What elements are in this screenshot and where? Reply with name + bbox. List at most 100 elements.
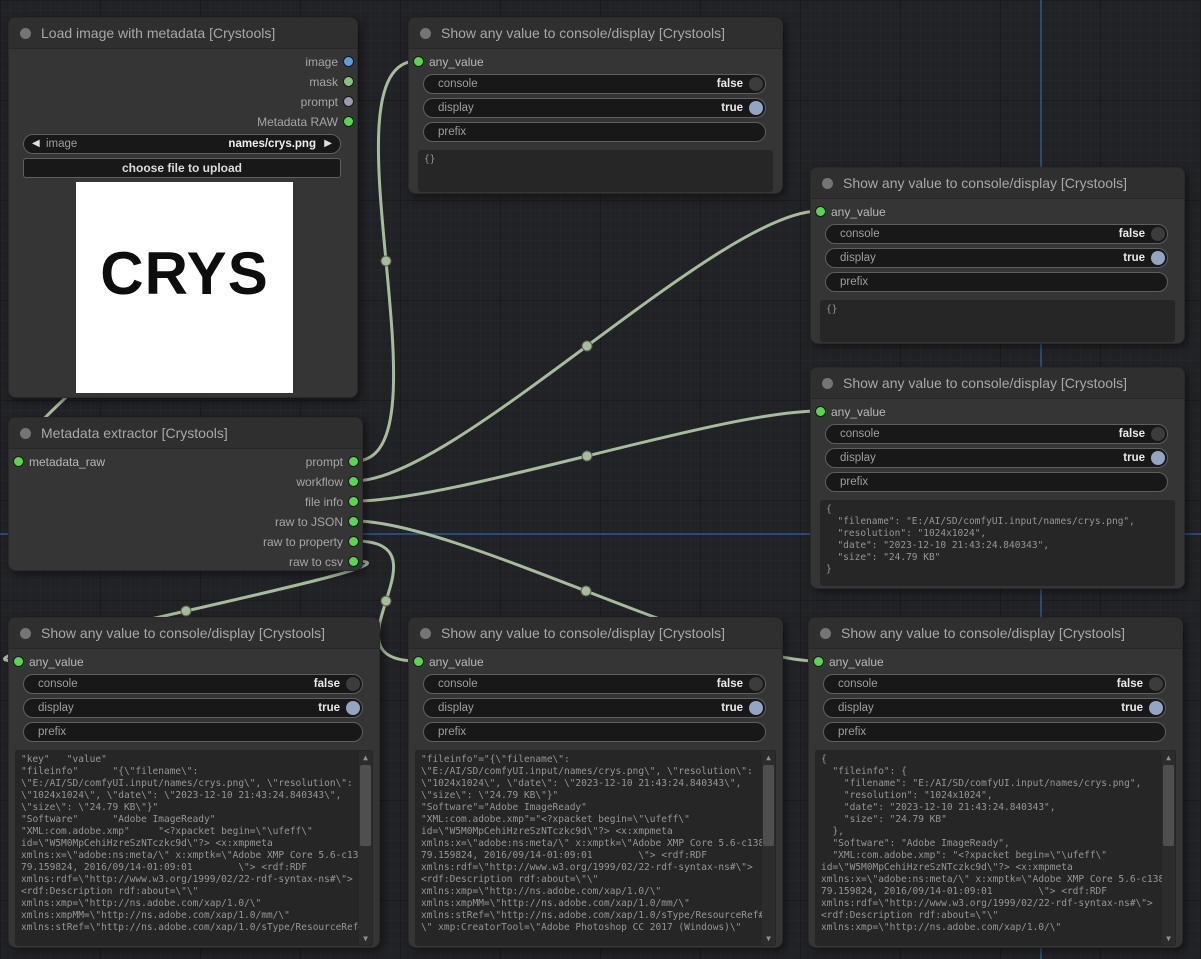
- port-dot-icon[interactable]: [348, 476, 359, 487]
- port-dot-icon[interactable]: [13, 456, 24, 467]
- port-dot-icon[interactable]: [343, 76, 354, 87]
- prefix-input[interactable]: prefix: [423, 122, 766, 142]
- node-title-bar[interactable]: Show any value to console/display [Cryst…: [9, 618, 379, 649]
- node-title-bar[interactable]: Show any value to console/display [Cryst…: [409, 18, 782, 49]
- output-display[interactable]: { "filename": "E:/AI/SD/comfyUI.input/na…: [820, 500, 1175, 586]
- combo-right-arrow-icon[interactable]: ▶: [324, 138, 332, 149]
- console-toggle[interactable]: console false: [423, 74, 766, 94]
- port-dot-icon[interactable]: [13, 656, 24, 667]
- toggle-knob-icon[interactable]: [346, 677, 360, 691]
- port-dot-icon[interactable]: [343, 96, 354, 107]
- toggle-knob-icon[interactable]: [346, 701, 360, 715]
- toggle-knob-icon[interactable]: [749, 101, 763, 115]
- port-dot-icon[interactable]: [343, 116, 354, 127]
- scroll-thumb[interactable]: [1163, 765, 1174, 846]
- scroll-down-icon[interactable]: ▼: [762, 932, 775, 945]
- toggle-knob-icon[interactable]: [749, 77, 763, 91]
- display-toggle[interactable]: display true: [423, 698, 766, 718]
- link-center-dot[interactable]: [381, 256, 391, 266]
- node-title-bar[interactable]: Metadata extractor [Crystools]: [9, 418, 362, 449]
- port-dot-icon[interactable]: [815, 406, 826, 417]
- scrollbar[interactable]: ▲▼: [1162, 751, 1175, 945]
- console-toggle[interactable]: console false: [825, 224, 1168, 244]
- scroll-up-icon[interactable]: ▲: [762, 751, 775, 764]
- node-title-bar[interactable]: Show any value to console/display [Cryst…: [811, 168, 1184, 199]
- node-collapse-dot-icon[interactable]: [20, 28, 31, 39]
- console-toggle[interactable]: console false: [423, 674, 766, 694]
- display-toggle[interactable]: display true: [825, 448, 1168, 468]
- node-show-any-value-csv[interactable]: Show any value to console/display [Cryst…: [8, 617, 380, 948]
- node-collapse-dot-icon[interactable]: [20, 428, 31, 439]
- node-collapse-dot-icon[interactable]: [20, 628, 31, 639]
- node-collapse-dot-icon[interactable]: [820, 628, 831, 639]
- link-center-dot[interactable]: [582, 451, 592, 461]
- port-dot-icon[interactable]: [348, 496, 359, 507]
- node-show-any-value-fileinfo[interactable]: Show any value to console/display [Cryst…: [810, 367, 1185, 589]
- choose-file-button[interactable]: choose file to upload: [23, 158, 341, 178]
- toggle-knob-icon[interactable]: [1151, 251, 1165, 265]
- port-dot-icon[interactable]: [813, 656, 824, 667]
- toggle-knob-icon[interactable]: [1151, 451, 1165, 465]
- port-dot-icon[interactable]: [413, 56, 424, 67]
- node-title-bar[interactable]: Load image with metadata [Crystools]: [9, 18, 357, 49]
- output-display[interactable]: {}: [418, 150, 773, 192]
- port-dot-icon[interactable]: [343, 56, 354, 67]
- port-dot-icon[interactable]: [348, 456, 359, 467]
- node-show-any-value-workflow[interactable]: Show any value to console/display [Cryst…: [810, 167, 1185, 344]
- node-title-bar[interactable]: Show any value to console/display [Cryst…: [809, 618, 1182, 649]
- node-title-bar[interactable]: Show any value to console/display [Cryst…: [811, 368, 1184, 399]
- image-file-combo[interactable]: ◀ image names/crys.png ▶: [23, 134, 341, 154]
- output-display[interactable]: {}: [820, 300, 1175, 342]
- link-center-dot[interactable]: [582, 341, 592, 351]
- toggle-knob-icon[interactable]: [749, 677, 763, 691]
- toggle-knob-icon[interactable]: [749, 701, 763, 715]
- toggle-knob-icon[interactable]: [1151, 227, 1165, 241]
- prefix-input[interactable]: prefix: [825, 272, 1168, 292]
- output-display[interactable]: "fileinfo"="{\"filename\": \"E:/AI/SD/co…: [415, 750, 776, 946]
- scroll-down-icon[interactable]: ▼: [1162, 932, 1175, 945]
- console-toggle[interactable]: console false: [823, 674, 1166, 694]
- port-dot-icon[interactable]: [348, 516, 359, 527]
- link-center-dot[interactable]: [581, 586, 591, 596]
- scroll-down-icon[interactable]: ▼: [359, 932, 372, 945]
- prefix-input[interactable]: prefix: [825, 472, 1168, 492]
- scrollbar[interactable]: ▲▼: [762, 751, 775, 945]
- toggle-knob-icon[interactable]: [1151, 427, 1165, 441]
- display-toggle[interactable]: display true: [823, 698, 1166, 718]
- port-dot-icon[interactable]: [413, 656, 424, 667]
- port-dot-icon[interactable]: [348, 556, 359, 567]
- port-dot-icon[interactable]: [348, 536, 359, 547]
- node-load-image-with-metadata[interactable]: Load image with metadata [Crystools] ima…: [8, 17, 358, 398]
- prefix-input[interactable]: prefix: [823, 722, 1166, 742]
- link-center-dot[interactable]: [381, 596, 391, 606]
- prefix-input[interactable]: prefix: [423, 722, 766, 742]
- combo-left-arrow-icon[interactable]: ◀: [32, 138, 40, 149]
- graph-canvas[interactable]: Load image with metadata [Crystools] ima…: [0, 0, 1201, 959]
- node-title-bar[interactable]: Show any value to console/display [Cryst…: [409, 618, 782, 649]
- console-toggle[interactable]: console false: [23, 674, 363, 694]
- scroll-thumb[interactable]: [360, 765, 371, 846]
- node-show-any-value-json[interactable]: Show any value to console/display [Cryst…: [808, 617, 1183, 948]
- scroll-up-icon[interactable]: ▲: [359, 751, 372, 764]
- node-collapse-dot-icon[interactable]: [822, 378, 833, 389]
- prefix-input[interactable]: prefix: [23, 722, 363, 742]
- node-show-any-value-property[interactable]: Show any value to console/display [Cryst…: [408, 617, 783, 948]
- node-collapse-dot-icon[interactable]: [420, 28, 431, 39]
- node-collapse-dot-icon[interactable]: [822, 178, 833, 189]
- node-show-any-value-prompt[interactable]: Show any value to console/display [Cryst…: [408, 17, 783, 194]
- scrollbar[interactable]: ▲▼: [359, 751, 372, 945]
- toggle-knob-icon[interactable]: [1149, 701, 1163, 715]
- console-toggle[interactable]: console false: [825, 424, 1168, 444]
- toggle-knob-icon[interactable]: [1149, 677, 1163, 691]
- link-center-dot[interactable]: [181, 606, 191, 616]
- node-collapse-dot-icon[interactable]: [420, 628, 431, 639]
- node-metadata-extractor[interactable]: Metadata extractor [Crystools] metadata_…: [8, 417, 363, 571]
- display-toggle[interactable]: display true: [825, 248, 1168, 268]
- display-toggle[interactable]: display true: [23, 698, 363, 718]
- scroll-thumb[interactable]: [763, 765, 774, 846]
- scroll-up-icon[interactable]: ▲: [1162, 751, 1175, 764]
- port-dot-icon[interactable]: [815, 206, 826, 217]
- output-display[interactable]: { "fileinfo": { "filename": "E:/AI/SD/co…: [815, 750, 1176, 946]
- output-display[interactable]: "key" "value" "fileinfo" "{\"filename\":…: [15, 750, 373, 946]
- display-toggle[interactable]: display true: [423, 98, 766, 118]
